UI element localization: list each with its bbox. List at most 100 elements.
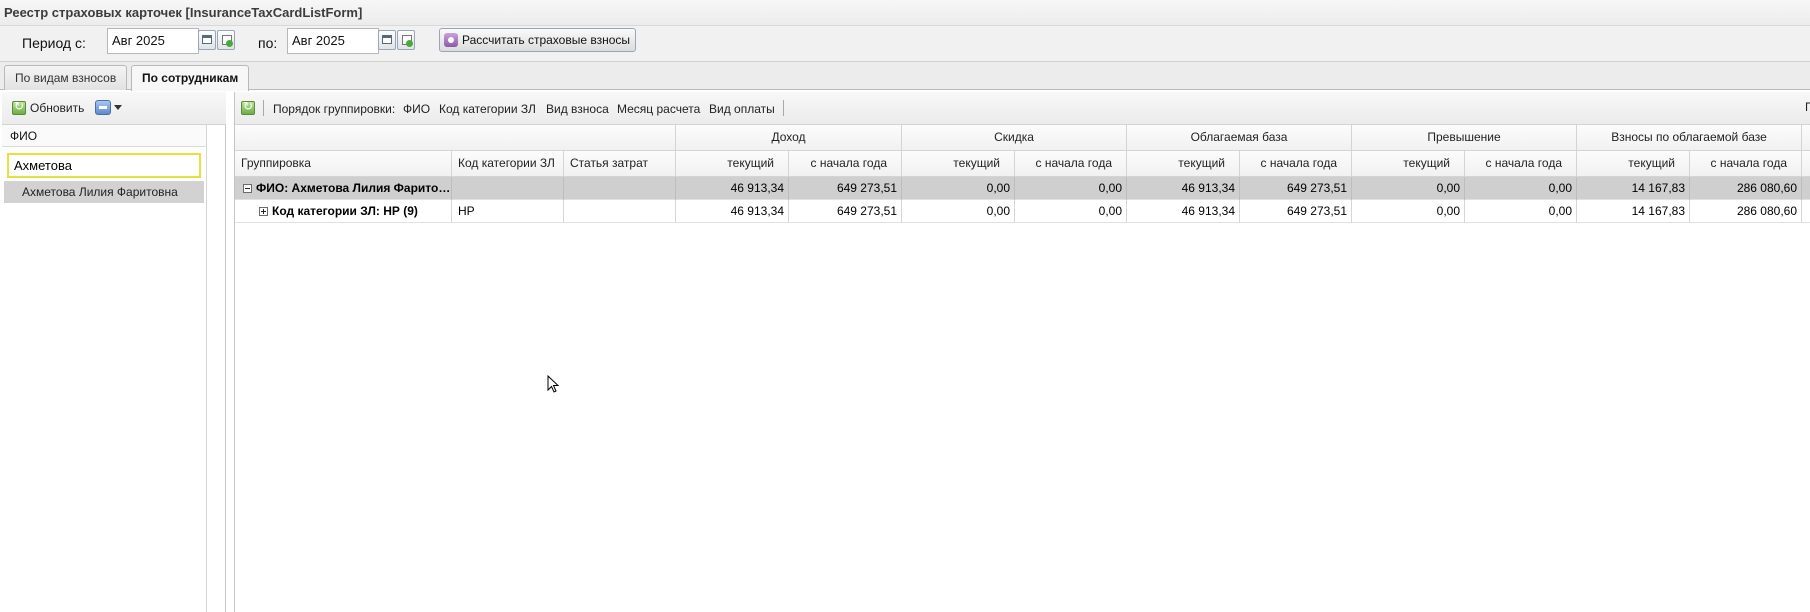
- list-item[interactable]: Ахметова Лилия Фаритовна: [4, 181, 204, 203]
- discount-ytd-cell: 0,00: [1015, 200, 1127, 223]
- refresh-icon: [241, 99, 255, 115]
- income-ytd-cell: 649 273,51: [789, 177, 902, 200]
- grouping-item-contribution-type[interactable]: Вид взноса: [546, 102, 609, 116]
- header-discount-ytd[interactable]: с начала года: [1015, 151, 1127, 177]
- tab-bar: По видам взносов По сотрудникам: [0, 62, 1810, 91]
- refresh-label: Обновить: [30, 101, 85, 115]
- calculate-icon: [444, 33, 458, 47]
- clear-icon: [221, 34, 233, 47]
- header-spacer: [1802, 151, 1810, 177]
- contrib-ytd-cell: 286 080,60: [1690, 177, 1802, 200]
- grouping-item-category[interactable]: Код категории ЗЛ: [439, 102, 536, 116]
- category-code-cell: [452, 177, 564, 200]
- excess-current-cell: 0,00: [1352, 177, 1465, 200]
- base-current-cell: 46 913,34: [1127, 177, 1240, 200]
- calculate-contributions-button[interactable]: Рассчитать страховые взносы: [439, 28, 637, 52]
- summary-panel: Порядок группировки: ФИО Код категории З…: [234, 92, 1810, 612]
- toolbar-separator: [783, 100, 784, 116]
- employee-column-label: ФИО: [10, 129, 38, 143]
- header-group-contributions: Взносы по облагаемой базе: [1577, 125, 1802, 151]
- print-button[interactable]: [95, 100, 123, 117]
- employee-toolbar: Обновить: [2, 92, 226, 125]
- header-spacer: [1802, 125, 1810, 151]
- header-discount-current[interactable]: текущий: [902, 151, 1015, 177]
- toolbar-overflow-text: П: [1805, 100, 1810, 114]
- collapse-icon[interactable]: [243, 184, 252, 193]
- panel-divider: [206, 125, 207, 612]
- grouping-text: ФИО: Ахметова Лилия Фаритовна: [256, 181, 452, 195]
- period-from-label: Период с:: [22, 35, 86, 51]
- refresh-icon: [12, 99, 26, 115]
- toolbar-separator: [263, 100, 264, 116]
- period-from-clear-button[interactable]: [217, 30, 235, 50]
- header-group-excess: Превышение: [1352, 125, 1577, 151]
- header-income-ytd[interactable]: с начала года: [789, 151, 902, 177]
- excess-ytd-cell: 0,00: [1465, 177, 1577, 200]
- employee-name: Ахметова Лилия Фаритовна: [22, 185, 178, 199]
- discount-current-cell: 0,00: [902, 177, 1015, 200]
- income-current-cell: 46 913,34: [676, 177, 789, 200]
- print-icon: [95, 100, 111, 115]
- grouping-cell: Код категории ЗЛ: НР (9): [235, 200, 452, 223]
- contrib-ytd-cell: 286 080,60: [1690, 200, 1802, 223]
- employee-column-header[interactable]: ФИО: [2, 125, 206, 147]
- window-titlebar: Реестр страховых карточек [InsuranceTaxC…: [0, 0, 1810, 26]
- period-to-clear-button[interactable]: [397, 30, 415, 50]
- contrib-current-cell: 14 167,83: [1577, 200, 1690, 223]
- period-from-field[interactable]: Авг 2025: [107, 28, 199, 54]
- cost-item-cell: [564, 177, 676, 200]
- period-to-label: по:: [258, 35, 278, 51]
- base-ytd-cell: 649 273,51: [1240, 177, 1352, 200]
- header-spacer: [235, 125, 676, 151]
- header-base-ytd[interactable]: с начала года: [1240, 151, 1352, 177]
- tab-by-employee[interactable]: По сотрудникам: [131, 65, 250, 91]
- tab-by-contribution-type[interactable]: По видам взносов: [4, 65, 128, 90]
- base-ytd-cell: 649 273,51: [1240, 200, 1352, 223]
- header-group-taxable-base: Облагаемая база: [1127, 125, 1352, 151]
- header-category-code[interactable]: Код категории ЗЛ: [452, 151, 564, 177]
- header-excess-ytd[interactable]: с начала года: [1465, 151, 1577, 177]
- header-cost-item[interactable]: Статья затрат: [564, 151, 676, 177]
- employee-filter-input[interactable]: [7, 153, 201, 178]
- grouping-item-calc-month[interactable]: Месяц расчета: [617, 102, 700, 116]
- expand-icon[interactable]: [259, 207, 268, 216]
- grouping-label: Порядок группировки:: [273, 102, 396, 116]
- table-row-group[interactable]: ФИО: Ахметова Лилия Фаритовна 46 913,34 …: [235, 177, 1810, 200]
- chevron-down-icon: [114, 105, 122, 110]
- grouping-item-payment-type[interactable]: Вид оплаты: [709, 102, 775, 116]
- period-from-calendar-button[interactable]: [198, 30, 216, 50]
- income-current-cell: 46 913,34: [676, 200, 789, 223]
- discount-ytd-cell: 0,00: [1015, 177, 1127, 200]
- period-to-field[interactable]: Авг 2025: [287, 28, 379, 54]
- calculate-label: Рассчитать страховые взносы: [462, 33, 631, 47]
- header-group-discount: Скидка: [902, 125, 1127, 151]
- base-current-cell: 46 913,34: [1127, 200, 1240, 223]
- grouping-text: Код категории ЗЛ: НР (9): [272, 204, 418, 218]
- clear-icon: [401, 34, 413, 47]
- header-grouping[interactable]: Группировка: [235, 151, 452, 177]
- excess-ytd-cell: 0,00: [1465, 200, 1577, 223]
- contrib-current-cell: 14 167,83: [1577, 177, 1690, 200]
- header-contrib-ytd[interactable]: с начала года: [1690, 151, 1802, 177]
- header-base-current[interactable]: текущий: [1127, 151, 1240, 177]
- income-ytd-cell: 649 273,51: [789, 200, 902, 223]
- window-title: Реестр страховых карточек [InsuranceTaxC…: [4, 5, 363, 20]
- header-income-current[interactable]: текущий: [676, 151, 789, 177]
- header-excess-current[interactable]: текущий: [1352, 151, 1465, 177]
- header-group-income: Доход: [676, 125, 902, 151]
- cost-item-cell: [564, 200, 676, 223]
- period-bar: Период с: Авг 2025 по: Авг 2025 Рассчита…: [0, 26, 1810, 62]
- period-to-calendar-button[interactable]: [378, 30, 396, 50]
- category-code-cell: НР: [452, 200, 564, 223]
- grouping-item-fio[interactable]: ФИО: [403, 102, 430, 116]
- table-row[interactable]: Код категории ЗЛ: НР (9) НР 46 913,34 64…: [235, 200, 1810, 223]
- grouping-toolbar: Порядок группировки: ФИО Код категории З…: [235, 92, 1810, 125]
- excess-current-cell: 0,00: [1352, 200, 1465, 223]
- discount-current-cell: 0,00: [902, 200, 1015, 223]
- grouping-cell: ФИО: Ахметова Лилия Фаритовна: [235, 177, 452, 200]
- calendar-icon: [202, 35, 212, 44]
- calendar-icon: [382, 35, 392, 44]
- header-contrib-current[interactable]: текущий: [1577, 151, 1690, 177]
- grid-refresh-button[interactable]: [239, 99, 257, 118]
- employee-panel: Обновить ФИО Ахметова Лилия Фаритовна: [2, 92, 226, 612]
